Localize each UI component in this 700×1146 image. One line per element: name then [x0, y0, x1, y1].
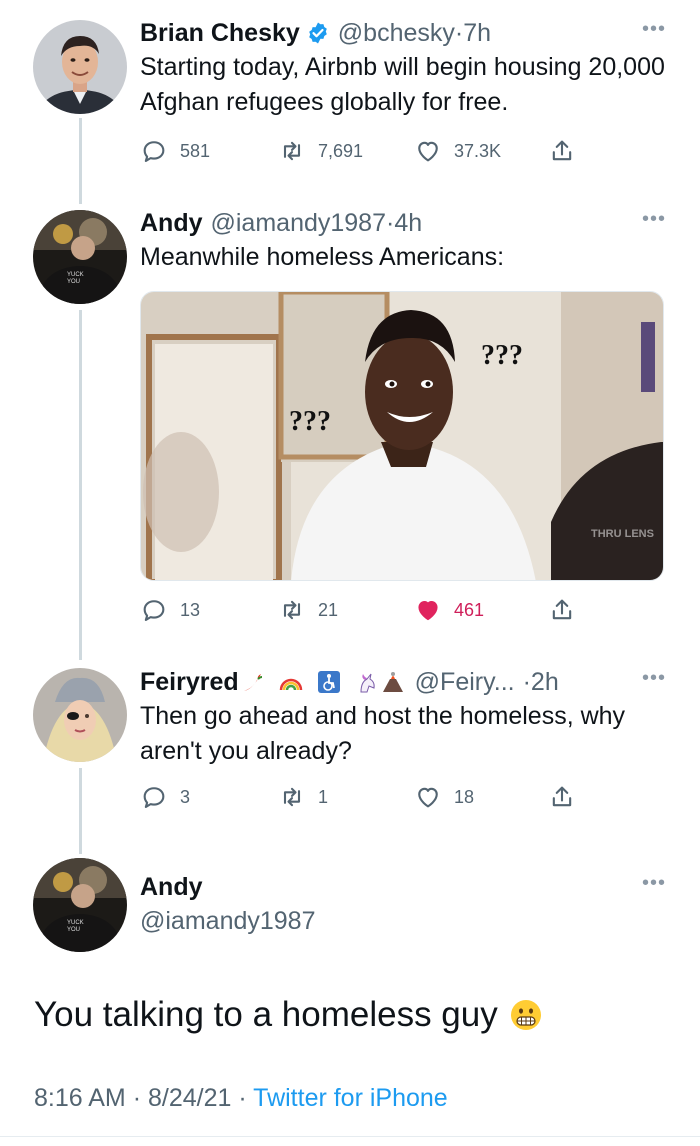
retweet-button[interactable]: 21 — [278, 596, 338, 624]
like-count: 18 — [454, 786, 475, 807]
reply-count: 13 — [180, 599, 201, 620]
author-handle[interactable]: @iamandy1987 — [211, 208, 387, 238]
main-tweet-text-row: You talking to a homeless guy — [34, 994, 542, 1036]
tweet-source-link[interactable]: Twitter for iPhone — [253, 1084, 448, 1112]
more-options-icon[interactable]: ••• — [642, 209, 666, 229]
avatar-iamandy1987-main[interactable]: YUCK YOU — [33, 858, 127, 952]
author-handle[interactable]: @iamandy1987 — [140, 906, 316, 936]
share-icon — [552, 599, 572, 620]
reply-button[interactable]: 3 — [140, 783, 190, 811]
tweet-date[interactable]: 8/24/21 — [148, 1084, 231, 1112]
meme-caption-right: ??? — [481, 340, 523, 371]
image-watermark: THRU LENS — [591, 528, 654, 540]
separator-dot: · — [454, 19, 464, 47]
tweet-bchesky[interactable]: Brian Chesky @bchesky · 7h ••• Starting … — [140, 18, 666, 120]
tweet-header: Andy — [140, 872, 666, 902]
share-button[interactable] — [548, 783, 588, 811]
share-icon — [552, 140, 572, 161]
hot-pepper-icon — [243, 674, 262, 691]
avatar-shirt-text: YUCK — [67, 920, 84, 926]
volcano-icon — [382, 672, 403, 692]
tweet-header: Brian Chesky @bchesky · 7h — [140, 18, 666, 48]
tweet-time[interactable]: 2h — [531, 667, 559, 697]
retweet-button[interactable]: 7,691 — [278, 137, 363, 165]
reply-icon — [143, 787, 165, 808]
author-handle[interactable]: @bchesky — [338, 18, 455, 48]
heart-icon — [418, 787, 438, 808]
more-options-icon[interactable]: ••• — [642, 668, 666, 688]
separator-dot: · — [386, 209, 395, 237]
reply-icon — [143, 600, 165, 621]
share-icon — [552, 786, 572, 807]
retweet-icon — [283, 141, 301, 161]
author-handle[interactable]: @Feiry... — [415, 667, 515, 697]
avatar-shirt-text: YUCK — [67, 272, 84, 278]
like-button[interactable]: 18 — [414, 783, 474, 811]
separator-dot: · — [132, 1084, 142, 1112]
heart-filled-icon — [418, 601, 438, 621]
tweet-header: Andy @iamandy1987 · 4h — [140, 208, 666, 238]
thread-connector — [79, 118, 82, 204]
thread-connector — [79, 768, 82, 854]
reply-button[interactable]: 13 — [140, 596, 200, 624]
reply-icon — [143, 141, 165, 162]
tweet-feiry[interactable]: Feiryred @Feiry... · 2h ••• Then go ahea… — [140, 667, 666, 769]
separator-dot: · — [238, 1084, 247, 1112]
author-name[interactable]: Andy — [140, 208, 203, 238]
tweet-header: Feiryred @Feiry... · 2h — [140, 667, 666, 697]
tweet-text: Then go ahead and host the homeless, why… — [140, 702, 626, 765]
avatar-feiry[interactable] — [33, 668, 127, 762]
tweet-metadata: 8:16 AM · 8/24/21 · Twitter for iPhone — [34, 1083, 448, 1113]
author-handle-row: @iamandy1987 — [140, 906, 666, 936]
avatar-shirt-text-2: YOU — [67, 927, 80, 933]
author-name[interactable]: Feiryred — [140, 667, 239, 697]
tweet-time[interactable]: 7h — [463, 18, 491, 48]
reply-button[interactable]: 581 — [140, 137, 210, 165]
reply-count: 581 — [180, 140, 211, 161]
tweet-time[interactable]: 4h — [394, 208, 422, 238]
reply-count: 3 — [180, 786, 191, 807]
share-button[interactable] — [548, 596, 588, 624]
unicorn-icon — [360, 673, 375, 693]
divider — [0, 1136, 700, 1137]
tweet-text: Meanwhile homeless Americans: — [140, 243, 505, 271]
tweet-text: Starting today, Airbnb will begin housin… — [140, 53, 665, 116]
avatar-bchesky[interactable] — [33, 20, 127, 114]
retweet-count: 7,691 — [318, 140, 364, 161]
verified-badge-icon — [308, 22, 327, 44]
grimacing-face-icon — [510, 1000, 541, 1030]
retweet-count: 1 — [318, 786, 329, 807]
avatar-iamandy1987[interactable]: YUCK YOU — [33, 210, 127, 304]
retweet-icon — [283, 787, 301, 807]
more-options-icon[interactable]: ••• — [642, 19, 666, 39]
heart-icon — [418, 141, 438, 162]
rainbow-icon — [279, 678, 302, 691]
share-button[interactable] — [548, 137, 588, 165]
main-tweet-author[interactable]: Andy ••• @iamandy1987 — [140, 872, 666, 936]
tweet-iamandy1987[interactable]: Andy @iamandy1987 · 4h ••• Meanwhile hom… — [140, 208, 666, 275]
like-count: 461 — [454, 599, 485, 620]
meme-caption-left: ??? — [289, 406, 331, 437]
retweet-icon — [283, 600, 301, 620]
like-button[interactable]: 37.3K — [414, 137, 501, 165]
like-count: 37.3K — [454, 140, 502, 161]
tweet-image[interactable]: ??? ??? THRU LENS — [140, 291, 664, 581]
like-button[interactable]: 461 — [414, 596, 484, 624]
wheelchair-symbol-icon — [317, 671, 340, 693]
main-tweet-text: You talking to a homeless guy — [34, 995, 498, 1034]
thread-connector — [79, 310, 82, 660]
separator-dot: · — [522, 668, 531, 696]
retweet-count: 21 — [318, 599, 339, 620]
more-options-icon[interactable]: ••• — [642, 873, 666, 893]
retweet-button[interactable]: 1 — [278, 783, 328, 811]
avatar-shirt-text-2: YOU — [67, 279, 80, 285]
author-name[interactable]: Brian Chesky — [140, 18, 300, 48]
tweet-timestamp[interactable]: 8:16 AM — [34, 1084, 126, 1112]
author-name[interactable]: Andy — [140, 872, 203, 902]
